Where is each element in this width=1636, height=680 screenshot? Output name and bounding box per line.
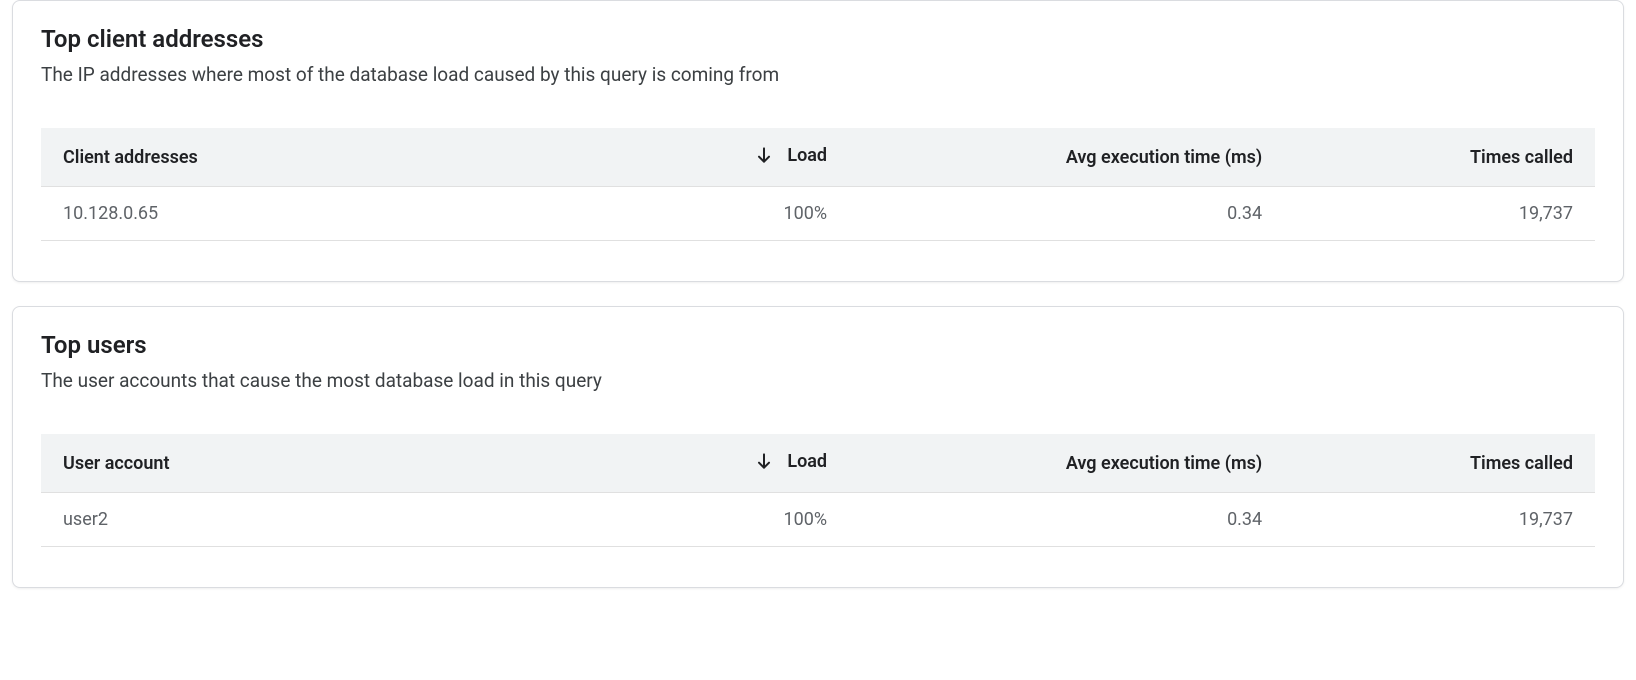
table-header-row: User account Load Avg executio: [41, 434, 1595, 493]
sort-header[interactable]: Load: [753, 144, 827, 166]
cell-times-called: 19,737: [1284, 187, 1595, 241]
table-row: 10.128.0.65 100% 0.34 19,737: [41, 187, 1595, 241]
card-title: Top users: [41, 331, 1595, 359]
cell-avg-execution-time: 0.34: [849, 187, 1284, 241]
top-users-card: Top users The user accounts that cause t…: [12, 306, 1624, 588]
cell-load: 100%: [538, 187, 849, 241]
users-table: User account Load Avg executio: [41, 434, 1595, 547]
column-header-label: Avg execution time (ms): [1066, 147, 1262, 168]
arrow-down-icon: [753, 450, 775, 472]
column-load[interactable]: Load: [538, 434, 849, 493]
card-subtitle: The IP addresses where most of the datab…: [41, 63, 1595, 86]
table-row: user2 100% 0.34 19,737: [41, 493, 1595, 547]
column-times-called[interactable]: Times called: [1284, 128, 1595, 187]
table-header-row: Client addresses Load Avg exec: [41, 128, 1595, 187]
top-client-addresses-card: Top client addresses The IP addresses wh…: [12, 0, 1624, 282]
column-header-label: Load: [787, 451, 827, 472]
client-addresses-table: Client addresses Load Avg exec: [41, 128, 1595, 241]
column-header-label: Load: [787, 145, 827, 166]
column-header-label: Times called: [1470, 453, 1573, 474]
sort-header[interactable]: Load: [753, 450, 827, 472]
card-subtitle: The user accounts that cause the most da…: [41, 369, 1595, 392]
column-client-addresses[interactable]: Client addresses: [41, 128, 538, 187]
arrow-down-icon: [753, 144, 775, 166]
column-header-label: Client addresses: [63, 147, 198, 168]
column-header-label: User account: [63, 453, 170, 474]
column-load[interactable]: Load: [538, 128, 849, 187]
column-times-called[interactable]: Times called: [1284, 434, 1595, 493]
column-header-label: Times called: [1470, 147, 1573, 168]
column-avg-execution-time[interactable]: Avg execution time (ms): [849, 128, 1284, 187]
column-header-label: Avg execution time (ms): [1066, 453, 1262, 474]
cell-times-called: 19,737: [1284, 493, 1595, 547]
cell-avg-execution-time: 0.34: [849, 493, 1284, 547]
cell-user-account: user2: [41, 493, 538, 547]
card-title: Top client addresses: [41, 25, 1595, 53]
cell-client-address: 10.128.0.65: [41, 187, 538, 241]
cell-load: 100%: [538, 493, 849, 547]
column-avg-execution-time[interactable]: Avg execution time (ms): [849, 434, 1284, 493]
column-user-account[interactable]: User account: [41, 434, 538, 493]
